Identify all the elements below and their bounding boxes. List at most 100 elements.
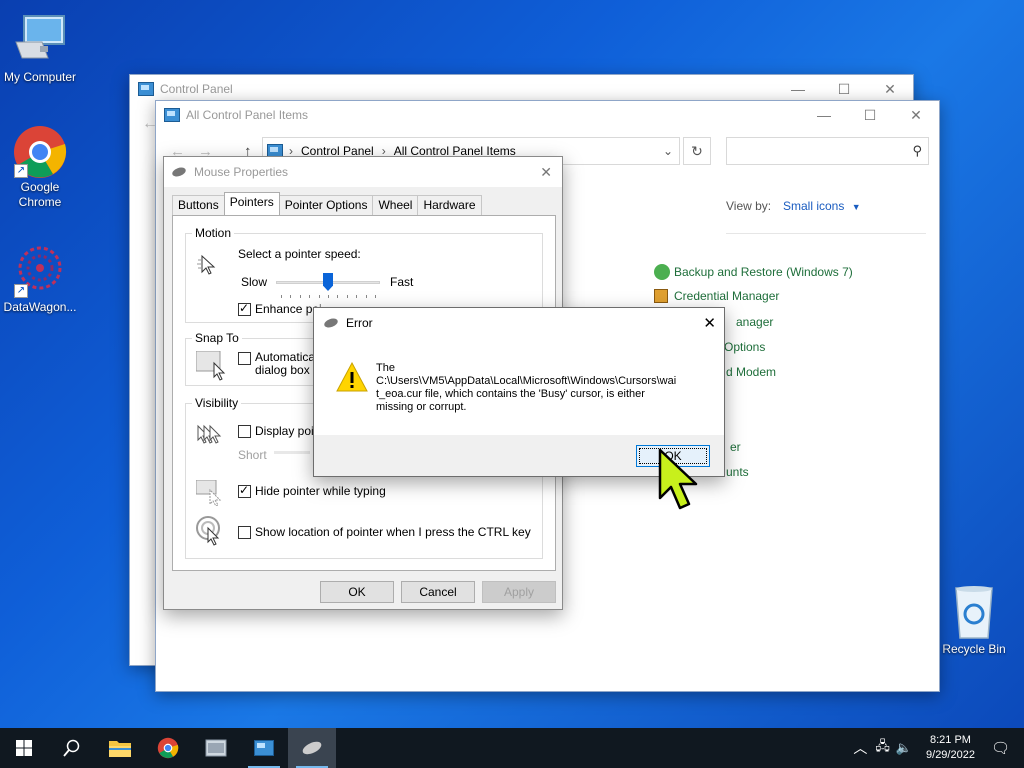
network-icon[interactable]: 🖧	[875, 737, 890, 759]
view-by-label: View by:	[726, 199, 772, 213]
enhance-precision-checkbox[interactable]: Enhance poi	[238, 301, 322, 316]
search-icon	[63, 739, 80, 757]
clock-time: 8:21 PM	[930, 734, 971, 746]
computer-icon	[12, 12, 68, 68]
chrome-icon: ↗	[12, 122, 68, 178]
tab-wheel[interactable]: Wheel	[372, 195, 419, 215]
desktop-icon-label: Google Chrome	[18, 180, 62, 209]
desktop-icon-google-chrome[interactable]: ↗ Google Chrome	[0, 122, 80, 210]
close-button[interactable]: ✕	[540, 164, 552, 181]
windows-icon	[16, 740, 32, 756]
group-title: Motion	[192, 226, 235, 240]
tab-pointer-options[interactable]: Pointer Options	[278, 195, 374, 215]
pointer-trails-icon	[194, 422, 224, 451]
refresh-button[interactable]: ↻	[683, 137, 711, 165]
taskbar-app[interactable]	[192, 728, 240, 768]
cp-item-partial-6[interactable]: er	[730, 440, 741, 454]
checkbox-box[interactable]	[238, 352, 251, 365]
error-message-line: missing or corrupt.	[376, 401, 467, 413]
cancel-button[interactable]: Cancel	[401, 581, 475, 603]
tab-pointers[interactable]: Pointers	[223, 192, 280, 215]
snap-to-icon	[195, 350, 226, 381]
desktop-icon-label: Recycle Bin	[942, 642, 1006, 656]
chrome-icon	[157, 737, 179, 759]
dialog-title: Error	[346, 316, 373, 330]
backup-icon	[654, 264, 670, 280]
fast-label: Fast	[390, 275, 414, 289]
slow-label: Slow	[241, 275, 268, 289]
cp-item-partial-4[interactable]: Options	[724, 340, 765, 354]
cp-item-partial-7[interactable]: unts	[726, 465, 749, 479]
folder-icon	[109, 741, 131, 757]
minimize-button[interactable]: —	[775, 75, 821, 103]
start-button[interactable]	[0, 728, 48, 768]
checkbox-label: Show location of pointer when I press th…	[255, 525, 531, 539]
slider-tick	[309, 295, 311, 298]
close-button[interactable]: ✕	[703, 314, 716, 332]
shortcut-arrow-icon: ↗	[14, 284, 28, 298]
checkbox-label: Hide pointer while typing	[255, 484, 386, 498]
ok-button[interactable]: OK	[320, 581, 394, 603]
chevron-down-icon[interactable]: ⌄	[663, 144, 673, 158]
slider-tick	[299, 295, 301, 298]
all-items-titlebar[interactable]: All Control Panel Items — ☐ ✕	[156, 101, 939, 129]
desktop-icon-label: DataWagon...	[3, 300, 77, 314]
volume-icon[interactable]: 🔈	[896, 740, 912, 756]
notification-icon[interactable]: 🗨	[991, 739, 1010, 757]
group-title: Snap To	[192, 331, 242, 345]
trails-slider-track	[274, 451, 310, 454]
tab-hardware[interactable]: Hardware	[417, 195, 482, 215]
close-button[interactable]: ✕	[867, 75, 913, 103]
taskbar-control-panel[interactable]	[240, 728, 288, 768]
slider-tick	[290, 295, 292, 298]
warning-icon	[336, 361, 368, 395]
search-button[interactable]	[48, 728, 96, 768]
show-location-checkbox[interactable]: Show location of pointer when I press th…	[238, 525, 531, 539]
error-message-line: t_eoa.cur file, which contains the 'Busy…	[376, 388, 645, 400]
search-icon: ⚲	[912, 143, 922, 158]
apply-button[interactable]: Apply	[482, 581, 556, 603]
taskbar-chrome[interactable]	[144, 728, 192, 768]
cp-item-credential[interactable]: Credential Manager	[654, 289, 779, 303]
error-titlebar[interactable]: Error ✕	[314, 308, 724, 338]
taskbar-file-explorer[interactable]	[96, 728, 144, 768]
taskbar-mouse-properties[interactable]	[288, 728, 336, 768]
tab-buttons[interactable]: Buttons	[172, 195, 225, 215]
cp-item-backup[interactable]: Backup and Restore (Windows 7)	[654, 264, 853, 280]
shortcut-arrow-icon: ↗	[14, 164, 28, 178]
checkbox-box[interactable]	[238, 483, 251, 498]
pointer-trails-checkbox[interactable]: Display point	[238, 424, 324, 438]
clock-date: 9/29/2022	[926, 749, 975, 761]
dialog-title: Mouse Properties	[194, 165, 289, 179]
clock[interactable]: 8:21 PM 9/29/2022	[926, 733, 975, 763]
slider-tick	[281, 295, 282, 298]
cp-item-partial-5[interactable]: d Modem	[726, 365, 776, 379]
hide-pointer-icon	[195, 479, 224, 509]
slider-tick	[356, 295, 358, 298]
hide-pointer-checkbox[interactable]: Hide pointer while typing	[238, 483, 386, 498]
desktop-icon-my-computer[interactable]: My Computer	[0, 12, 80, 85]
slider-thumb[interactable]	[323, 273, 333, 291]
checkbox-box[interactable]	[238, 526, 251, 539]
error-message: The C:\Users\VM5\AppData\Local\Microsoft…	[376, 362, 716, 414]
mouse-icon	[300, 739, 324, 757]
mouse-properties-titlebar[interactable]: Mouse Properties ✕	[164, 157, 562, 187]
desktop-icon-recycle-bin[interactable]: Recycle Bin	[934, 584, 1014, 657]
slider-tick	[365, 295, 367, 298]
checkbox-box[interactable]	[238, 425, 251, 438]
chevron-up-icon[interactable]: ︿	[853, 738, 867, 758]
pointer-speed-slider[interactable]	[276, 273, 380, 298]
control-panel-titlebar[interactable]: Control Panel — ☐ ✕	[130, 75, 913, 103]
view-by-dropdown[interactable]: Small icons ▼	[783, 199, 861, 213]
maximize-button[interactable]: ☐	[821, 75, 867, 103]
search-input[interactable]: ⚲	[726, 137, 929, 165]
checkbox-box[interactable]	[238, 301, 251, 316]
maximize-button[interactable]: ☐	[847, 101, 893, 129]
window-title: All Control Panel Items	[186, 108, 309, 122]
close-button[interactable]: ✕	[893, 101, 939, 129]
desktop-icon-label: My Computer	[3, 70, 77, 84]
cp-item-partial-3[interactable]: anager	[736, 315, 773, 329]
minimize-button[interactable]: —	[801, 101, 847, 129]
slider-tick	[346, 295, 348, 298]
desktop-icon-datawagon[interactable]: ↗ DataWagon...	[0, 242, 80, 315]
